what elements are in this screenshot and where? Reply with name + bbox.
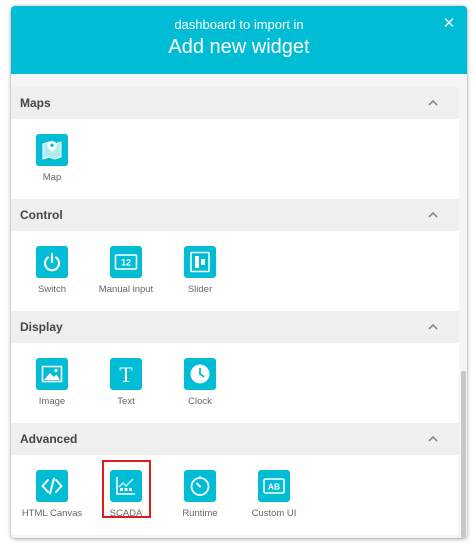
svg-text:T: T xyxy=(119,362,133,386)
svg-text:AB: AB xyxy=(268,482,280,492)
scrollbar-thumb[interactable] xyxy=(461,371,466,538)
section-body-control: Switch 12 Manual input Slider xyxy=(11,231,459,311)
widget-html-canvas[interactable]: HTML Canvas xyxy=(17,455,87,525)
slider-icon xyxy=(184,246,216,278)
image-icon xyxy=(36,358,68,390)
chevron-up-icon[interactable] xyxy=(427,321,439,333)
widget-label: Custom UI xyxy=(251,508,297,519)
widget-switch[interactable]: Switch xyxy=(17,231,87,301)
svg-text:12: 12 xyxy=(121,258,131,268)
dialog-subtitle: dashboard to import in xyxy=(174,17,304,32)
close-icon[interactable]: ✕ xyxy=(441,16,457,32)
widget-clock[interactable]: Clock xyxy=(165,343,235,413)
chevron-up-icon[interactable] xyxy=(427,209,439,221)
timer-icon xyxy=(184,470,216,502)
map-pin-icon xyxy=(36,134,68,166)
section-title: Display xyxy=(20,320,63,334)
widget-map[interactable]: Map xyxy=(17,119,87,189)
power-icon xyxy=(36,246,68,278)
section-header-display[interactable]: Display xyxy=(11,311,459,343)
text-icon: T xyxy=(110,358,142,390)
widget-runtime[interactable]: Runtime xyxy=(165,455,235,525)
section-body-display: Image T Text Clock xyxy=(11,343,459,423)
widget-label: Map xyxy=(42,172,62,183)
section-title: Advanced xyxy=(20,432,78,446)
numeric-input-icon: 12 xyxy=(110,246,142,278)
widget-label: Slider xyxy=(187,284,213,295)
custom-ui-icon: AB xyxy=(258,470,290,502)
section-title: Control xyxy=(20,208,63,222)
widget-slider[interactable]: Slider xyxy=(165,231,235,301)
dialog-title: Add new widget xyxy=(168,36,310,58)
widget-list[interactable]: Maps Map Control Switch 12 Manual input … xyxy=(11,74,467,538)
widget-image[interactable]: Image xyxy=(17,343,87,413)
add-widget-dialog: dashboard to import in Add new widget ✕ … xyxy=(11,6,467,538)
scrollbar[interactable] xyxy=(460,74,467,538)
chevron-up-icon[interactable] xyxy=(427,97,439,109)
dialog-header: dashboard to import in Add new widget ✕ xyxy=(11,6,467,74)
section-body-advanced: HTML Canvas SCADA Runtime AB Custom UI xyxy=(11,455,459,535)
widget-scada[interactable]: SCADA xyxy=(91,455,161,525)
section-header-advanced[interactable]: Advanced xyxy=(11,423,459,455)
widget-custom-ui[interactable]: AB Custom UI xyxy=(239,455,309,525)
widget-text[interactable]: T Text xyxy=(91,343,161,413)
section-title: Maps xyxy=(20,96,51,110)
section-header-control[interactable]: Control xyxy=(11,199,459,231)
section-header-maps[interactable]: Maps xyxy=(11,87,459,119)
clock-icon xyxy=(184,358,216,390)
chevron-up-icon[interactable] xyxy=(427,433,439,445)
section-body-maps: Map xyxy=(11,119,459,199)
scada-icon xyxy=(110,470,142,502)
widget-label: Clock xyxy=(188,396,212,407)
code-icon xyxy=(36,470,68,502)
widget-manual-input[interactable]: 12 Manual input xyxy=(91,231,161,301)
